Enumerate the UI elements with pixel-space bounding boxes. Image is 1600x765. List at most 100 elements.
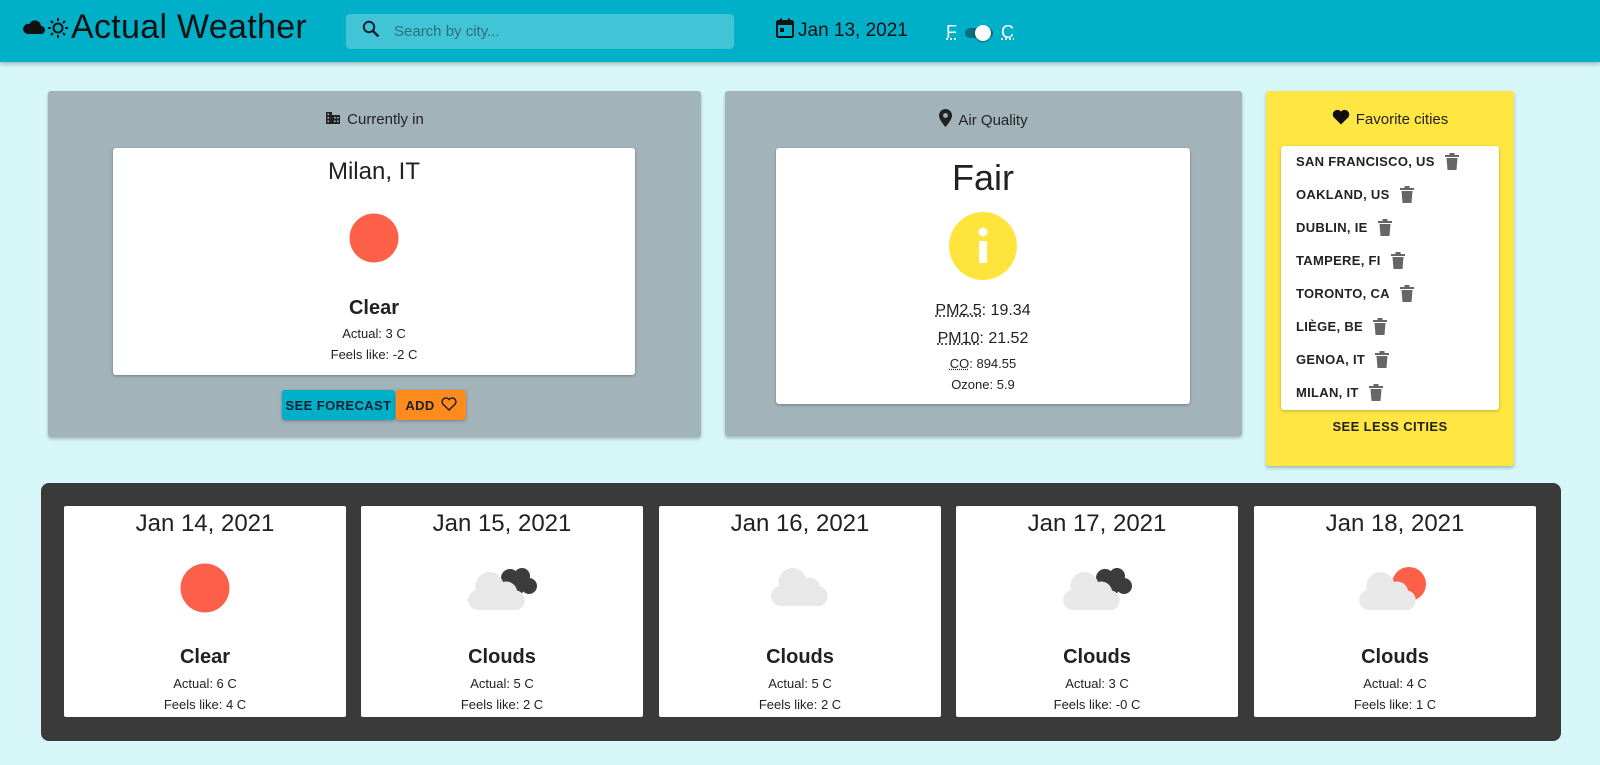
forecast-day-card: Jan 18, 2021 Clouds Actual: 4 C Feels like:… [1254, 506, 1536, 717]
trash-icon[interactable] [1373, 318, 1387, 335]
favorite-city-label: DUBLIN, IE [1296, 220, 1368, 235]
trash-icon[interactable] [1390, 252, 1405, 269]
forecast-actual: Actual: 6 C [173, 676, 237, 691]
add-label: ADD [405, 397, 435, 413]
see-forecast-button[interactable]: SEE FORECAST [282, 390, 395, 420]
calendar-icon [776, 18, 794, 43]
date-text: Jan 13, 2021 [798, 19, 908, 41]
forecast-actual: Actual: 4 C [1363, 676, 1427, 691]
favorite-city-item[interactable]: TORONTO, CA [1296, 285, 1414, 302]
forecast-day-card: Jan 15, 2021 Clouds Actual: 5 C Feels like:… [361, 506, 643, 717]
cloud-icon [659, 562, 941, 614]
ozone-reading: Ozone: 5.9 [951, 377, 1015, 392]
favorite-city-label: SAN FRANCISCO, US [1296, 154, 1435, 169]
forecast-day-card: Jan 17, 2021 Clouds Actual: 3 C Feels like:… [956, 506, 1238, 717]
trash-icon[interactable] [1444, 153, 1459, 170]
forecast-date: Jan 16, 2021 [730, 510, 870, 537]
app-title: Actual Weather [71, 8, 308, 46]
forecast-feels: Feels like: 2 C [460, 697, 544, 712]
air-quality-card: Fair PM2.5: 19.34 PM10: 21.52 CO: 894.55… [776, 148, 1190, 404]
favorite-city-item[interactable]: DUBLIN, IE [1296, 219, 1392, 236]
see-forecast-label: SEE FORECAST [285, 397, 392, 413]
trash-icon[interactable] [1375, 351, 1390, 368]
unit-toggle: F C [946, 20, 1014, 44]
trash-icon[interactable] [1368, 384, 1383, 401]
favorites-title: Favorite cities [1355, 110, 1449, 128]
sun-icon [64, 562, 346, 614]
pm10-label: PM10 [937, 330, 980, 347]
heart-outline-icon [441, 396, 457, 414]
forecast-actual: Actual: 3 C [1065, 676, 1129, 691]
air-quality-title: Air Quality [958, 111, 1028, 129]
favorite-city-item[interactable]: OAKLAND, US [1296, 186, 1414, 203]
broken-clouds-icon [956, 562, 1238, 614]
current-condition: Clear [348, 297, 400, 319]
forecast-date: Jan 17, 2021 [1027, 510, 1167, 537]
pm25-value: : 19.34 [981, 302, 1031, 319]
trash-icon[interactable] [1399, 285, 1414, 302]
co-value: : 894.55 [969, 356, 1017, 371]
current-feels-like: Feels like: -2 C [330, 347, 418, 362]
forecast-day-card: Jan 14, 2021 Clear Actual: 6 C Feels like: … [64, 506, 346, 717]
app-bar: Actual Weather Jan 13, 2021 F C [0, 0, 1600, 62]
brand[interactable]: Actual Weather [22, 8, 307, 47]
add-favorite-button[interactable]: ADD [396, 390, 466, 420]
forecast-date: Jan 15, 2021 [432, 510, 572, 537]
forecast-day-card: Jan 16, 2021 Clouds Actual: 5 C Feels like:… [659, 506, 941, 717]
current-date: Jan 13, 2021 [776, 18, 908, 43]
current-actual-temp: Actual: 3 C [342, 326, 406, 341]
forecast-condition: Clear [179, 646, 231, 668]
favorite-city-label: TORONTO, CA [1296, 286, 1390, 301]
forecast-feels: Feels like: 4 C [163, 697, 247, 712]
favorite-city-item[interactable]: TAMPERE, FI [1296, 252, 1405, 269]
info-icon [949, 212, 1017, 285]
favorites-panel: Favorite cities SAN FRANCISCO, US OAKLAND… [1266, 91, 1514, 466]
forecast-date: Jan 14, 2021 [135, 510, 275, 537]
favorite-city-label: OAKLAND, US [1296, 187, 1390, 202]
search-icon [362, 20, 380, 43]
favorite-city-label: MILAN, IT [1296, 385, 1359, 400]
favorite-city-label: LIÈGE, BE [1296, 319, 1363, 334]
forecast-feels: Feels like: 2 C [758, 697, 842, 712]
favorite-city-item[interactable]: GENOA, IT [1296, 351, 1390, 368]
favorite-city-item[interactable]: LIÈGE, BE [1296, 318, 1387, 335]
favorite-city-item[interactable]: SAN FRANCISCO, US [1296, 153, 1459, 170]
trash-icon[interactable] [1399, 186, 1414, 203]
co-reading: CO: 894.55 [776, 356, 1190, 371]
air-quality-panel: Air Quality Fair PM2.5: 19.34 PM10: 21.5… [725, 91, 1242, 436]
see-less-cities-button[interactable]: SEE LESS CITIES [1266, 419, 1514, 434]
favorite-city-label: GENOA, IT [1296, 352, 1366, 367]
favorites-list: SAN FRANCISCO, US OAKLAND, US DUBLIN, IE TA… [1281, 146, 1499, 410]
forecast-date: Jan 18, 2021 [1325, 510, 1465, 537]
pm25-reading: PM2.5: 19.34 [776, 302, 1190, 320]
favorite-city-item[interactable]: MILAN, IT [1296, 384, 1383, 401]
trash-icon[interactable] [1377, 219, 1392, 236]
location-pin-icon [939, 109, 953, 131]
search-box[interactable] [346, 14, 734, 49]
search-input[interactable] [394, 23, 714, 40]
unit-f-label: F [946, 21, 957, 42]
broken-clouds-icon [361, 562, 643, 614]
unit-switch[interactable] [961, 20, 997, 44]
co-label: CO [949, 356, 970, 371]
forecast-actual: Actual: 5 C [768, 676, 832, 691]
favorites-header: Favorite cities [1266, 109, 1514, 129]
few-clouds-icon [1254, 562, 1536, 614]
heart-icon [1332, 109, 1350, 129]
current-weather-card: Milan, IT Clear Actual: 3 C Feels like: … [113, 148, 635, 375]
current-panel-title: Currently in [347, 110, 424, 128]
air-quality-rating: Fair [952, 157, 1014, 198]
favorite-city-label: TAMPERE, FI [1296, 253, 1381, 268]
current-panel-header: Currently in [48, 109, 701, 129]
air-quality-header: Air Quality [725, 109, 1242, 131]
building-icon [325, 109, 341, 129]
unit-c-label: C [1001, 21, 1014, 42]
forecast-condition: Clouds [766, 646, 834, 668]
city-name: Milan, IT [327, 158, 420, 185]
switch-thumb [975, 25, 991, 41]
forecast-condition: Clouds [1361, 646, 1429, 668]
forecast-condition: Clouds [468, 646, 536, 668]
forecast-strip: Jan 14, 2021 Clear Actual: 6 C Feels like: … [41, 483, 1561, 741]
forecast-condition: Clouds [1063, 646, 1131, 668]
logo-icon [22, 17, 69, 39]
